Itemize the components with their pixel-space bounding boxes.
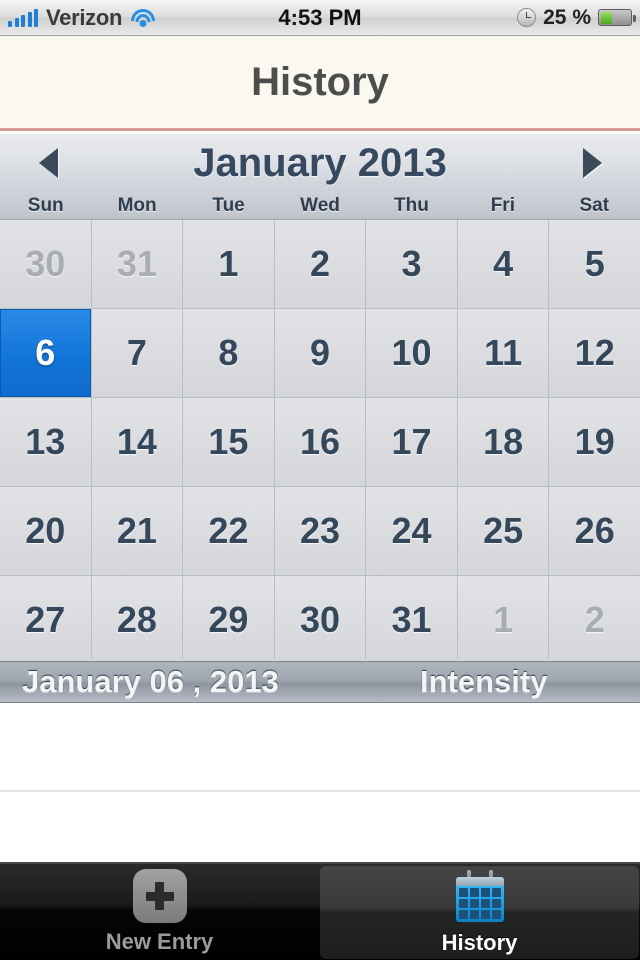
calendar-day-cell[interactable]: 7 [91,309,183,397]
entry-list[interactable] [0,703,640,862]
calendar-day-cell[interactable]: 20 [0,487,91,575]
calendar-day-cell[interactable]: 18 [457,398,549,486]
list-separator [0,790,640,792]
calendar-day-cell[interactable]: 5 [549,220,640,308]
weekday-label-sat: Sat [579,194,610,216]
calendar-day-cell[interactable]: 17 [366,398,457,486]
chevron-right-icon [582,148,602,178]
weekday-label-mon: Mon [117,194,157,216]
tab-new-entry[interactable]: New Entry [0,864,319,960]
calendar-day-cell[interactable]: 16 [274,398,366,486]
calendar-day-cell[interactable]: 21 [91,487,183,575]
weekday-header-row: Sun Mon Tue Wed Thu Fri Sat [0,192,640,220]
calendar-day-cell[interactable]: 25 [457,487,549,575]
calendar-day-cell[interactable]: 23 [274,487,366,575]
previous-month-button[interactable] [0,134,96,192]
calendar-day-cell[interactable]: 19 [549,398,640,486]
intensity-column-label: Intensity [420,664,548,699]
calendar-day-cell[interactable]: 8 [183,309,274,397]
navigation-bar: History [0,36,640,131]
weekday-label-wed: Wed [300,194,340,216]
weekday-label-sun: Sun [27,194,64,216]
calendar-day-cell[interactable]: 30 [0,220,91,308]
calendar-day-cell[interactable]: 27 [0,576,91,664]
month-navigation-bar: January 2013 [0,134,640,192]
calendar-day-cell[interactable]: 15 [183,398,274,486]
plus-icon [132,869,187,923]
status-bar-clock: 4:53 PM [278,4,362,30]
app-root: Verizon 4:53 PM 25 % History January 201… [0,0,640,960]
calendar-day-cell[interactable]: 30 [274,576,366,664]
calendar-day-cell[interactable]: 2 [549,576,640,664]
next-month-button[interactable] [544,134,640,192]
calendar-day-cell[interactable]: 1 [457,576,549,664]
calendar-day-cell[interactable]: 31 [91,220,183,308]
calendar-day-cell[interactable]: 3 [366,220,457,308]
chevron-left-icon [38,148,58,178]
calendar-day-cell[interactable]: 12 [549,309,640,397]
calendar-day-cell[interactable]: 1 [183,220,274,308]
month-year-label: January 2013 [193,140,447,185]
calendar-day-cell[interactable]: 26 [549,487,640,575]
calendar-day-cell[interactable]: 31 [366,576,457,664]
weekday-label-tue: Tue [212,194,245,216]
tab-history-label: History [441,929,518,955]
calendar-day-cell[interactable]: 10 [366,309,457,397]
alarm-clock-icon [517,8,537,27]
tab-new-entry-label: New Entry [105,929,214,954]
calendar-day-cell[interactable]: 4 [457,220,549,308]
status-bar: Verizon 4:53 PM 25 % [0,0,640,36]
tab-bar: New Entry History [0,862,640,960]
detail-header-bar: January 06 , 2013 Intensity [0,661,640,703]
calendar-grid: 30 31 1 2 3 4 5 6 7 8 9 10 11 12 13 14 15 16 17 18 19 20 21 22 2… [0,220,640,664]
selected-date-label: January 06 , 2013 [22,664,279,699]
calendar-day-cell[interactable]: 14 [91,398,183,486]
tab-history[interactable]: History [320,866,639,959]
calendar-day-cell[interactable]: 11 [457,309,549,397]
calendar-day-cell[interactable]: 29 [183,576,274,664]
page-title: History [251,59,389,104]
calendar-day-cell[interactable]: 22 [183,487,274,575]
calendar-day-cell[interactable]: 2 [274,220,366,308]
calendar-day-cell[interactable]: 13 [0,398,91,486]
battery-icon [598,9,636,26]
calendar-day-cell[interactable]: 24 [366,487,457,575]
calendar-day-cell[interactable]: 28 [91,576,183,664]
weekday-label-fri: Fri [490,194,515,216]
weekday-label-thu: Thu [394,194,429,216]
calendar-day-cell[interactable]: 9 [274,309,366,397]
calendar-icon [453,869,507,924]
calendar-day-cell-selected[interactable]: 6 [0,309,91,397]
